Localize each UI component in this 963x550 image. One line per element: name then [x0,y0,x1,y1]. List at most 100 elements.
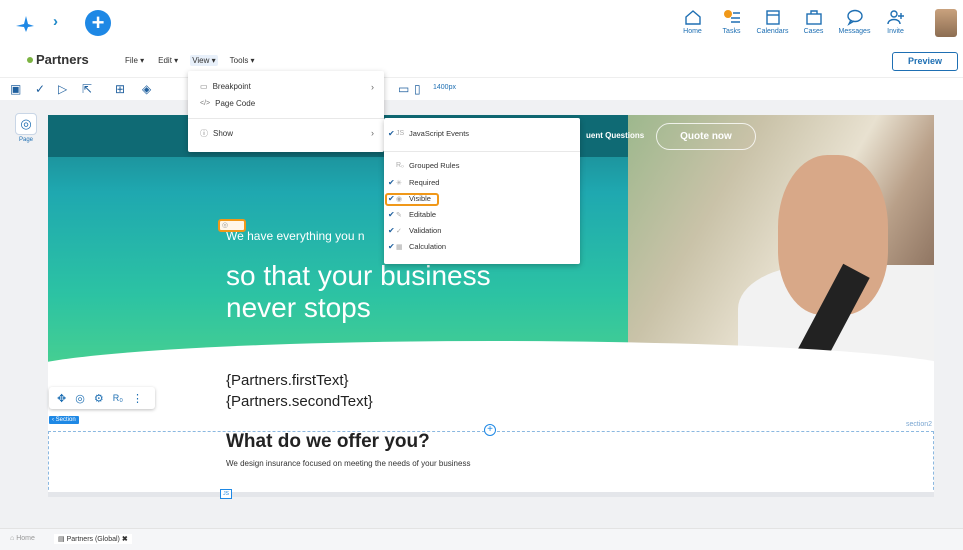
settings-icon[interactable]: ⚙ [94,392,104,405]
show-item-grouped-rules[interactable]: R₀ Grouped Rules [388,161,459,170]
partners-first-text[interactable]: {Partners.firstText} [226,372,349,389]
submenu-arrow-icon: › [371,82,374,92]
rules-icon[interactable]: R₀ [113,393,123,403]
offer-title[interactable]: What do we offer you? [226,431,430,453]
home-icon: ⌂ [10,535,15,542]
more-icon[interactable]: ⋮ [132,392,143,405]
menu-item-page-code[interactable]: </> Page Code [200,99,255,108]
hero-wave [48,341,934,421]
checkmark-icon: ✔ [388,242,395,251]
visible-highlight [385,193,439,206]
nav-label: Calendars [756,28,789,35]
check-icon[interactable]: ✓ [35,82,45,96]
play-icon[interactable]: ▷ [58,82,67,96]
add-button[interactable]: + [85,10,111,36]
status-dot [27,57,33,63]
chat-icon [846,9,863,26]
section-name: section2 [906,421,933,428]
checkmark-icon: ✔ [388,129,395,138]
chevron-right-icon[interactable]: › [53,13,58,30]
code-icon: </> [200,100,211,107]
checkmark-icon: ✔ [388,226,395,235]
nav-label: Home [683,28,702,35]
move-icon[interactable]: ✥ [57,392,66,405]
menu-separator [188,118,384,119]
partners-second-text[interactable]: {Partners.secondText} [226,393,373,410]
section-container[interactable] [48,431,934,495]
app-title: Partners [36,52,89,67]
mobile-icon[interactable]: ▯ [414,82,421,96]
rules-icon: R₀ [396,162,404,169]
submenu-arrow-icon: › [371,128,374,138]
app-logo-icon[interactable] [14,12,36,34]
menu-bar: File ▾ Edit ▾ View ▾ Tools ▾ [123,55,257,66]
nav-label: Messages [838,28,871,35]
menu-file[interactable]: File ▾ [123,55,146,66]
monitor-icon: ▭ [200,82,208,91]
menu-item-show[interactable]: ⓘ Show [200,128,233,139]
show-item-required[interactable]: ✔ ✳ Required [388,178,439,187]
nav-cases[interactable]: Cases [794,8,833,35]
status-partners-tab[interactable]: ▤ Partners (Global) ✖ [54,534,132,544]
asterisk-icon: ✳ [396,179,402,187]
quote-now-button[interactable]: Quote now [656,123,756,150]
calculator-icon: ▦ [396,243,403,251]
check-icon: ✓ [396,227,402,235]
menu-tools[interactable]: Tools ▾ [228,55,257,66]
view-menu: ▭ Breakpoint › </> Page Code ⓘ Show › [188,71,384,152]
palette-icon[interactable]: ◎ [75,392,85,405]
user-avatar[interactable] [935,9,957,37]
layers-icon[interactable]: ◈ [142,82,151,96]
tasks-icon [723,10,740,23]
offer-subtitle[interactable]: We design insurance focused on meeting t… [226,459,470,468]
nav-label: Invite [887,28,904,35]
nav-label: Cases [803,28,824,35]
publish-icon[interactable]: ⇱ [82,82,92,96]
show-item-editable[interactable]: ✔ ✎ Editable [388,210,436,219]
status-bar [0,528,963,550]
nav-tasks[interactable]: Tasks [712,8,751,35]
preview-button[interactable]: Preview [892,52,958,71]
nav-messages[interactable]: Messages [833,8,876,35]
form-icon: ▤ [58,536,65,543]
breakpoint-width: 1400px [433,84,456,91]
js-icon: JS [396,130,405,137]
hero-subheading[interactable]: We have everything you n [226,229,365,243]
briefcase-icon [805,10,822,25]
show-submenu: ✔ JS JavaScript Events R₀ Grouped Rules … [384,118,580,264]
home-icon [684,10,701,25]
nav-label: Tasks [722,28,741,35]
calendar-icon [765,10,780,25]
page-palette-icon[interactable]: ◎ [15,113,37,135]
save-icon[interactable]: ▣ [10,82,21,96]
faq-link[interactable]: uent Questions [586,131,644,140]
menu-item-breakpoint[interactable]: ▭ Breakpoint [200,82,251,91]
js-event-icon[interactable]: JS [220,489,232,499]
nav-home[interactable]: Home [673,8,712,35]
info-icon: ⓘ [200,129,208,138]
canvas-bottom-band [48,492,934,497]
show-item-javascript-events[interactable]: ✔ JS JavaScript Events [388,129,469,138]
close-icon[interactable]: ✖ [122,536,128,543]
show-item-validation[interactable]: ✔ ✓ Validation [388,226,441,235]
section-tag[interactable]: ‹ Section [49,416,79,424]
nav-invite[interactable]: Invite [876,8,915,35]
hero-heading[interactable]: so that your business never stops [226,260,546,324]
visible-rule-badge[interactable]: ◎ [218,219,246,232]
hero-photo [628,115,934,375]
checkmark-icon: ✔ [388,178,395,187]
element-toolbar: ✥ ◎ ⚙ R₀ ⋮ [49,387,155,409]
menu-edit[interactable]: Edit ▾ [156,55,180,66]
menu-separator [384,151,580,152]
pencil-icon: ✎ [396,211,402,219]
components-icon[interactable]: ⊞ [115,82,125,96]
top-navigation: Home Tasks Calendars Cases Messages Invi… [673,8,915,35]
invite-icon [886,10,904,25]
checkmark-icon: ✔ [388,210,395,219]
add-section-icon[interactable]: + [484,424,496,436]
show-item-calculation[interactable]: ✔ ▦ Calculation [388,242,446,251]
menu-view[interactable]: View ▾ [190,55,218,66]
status-home-tab[interactable]: ⌂ Home [10,535,35,542]
nav-calendars[interactable]: Calendars [751,8,794,35]
tablet-icon[interactable]: ▭ [398,82,409,96]
